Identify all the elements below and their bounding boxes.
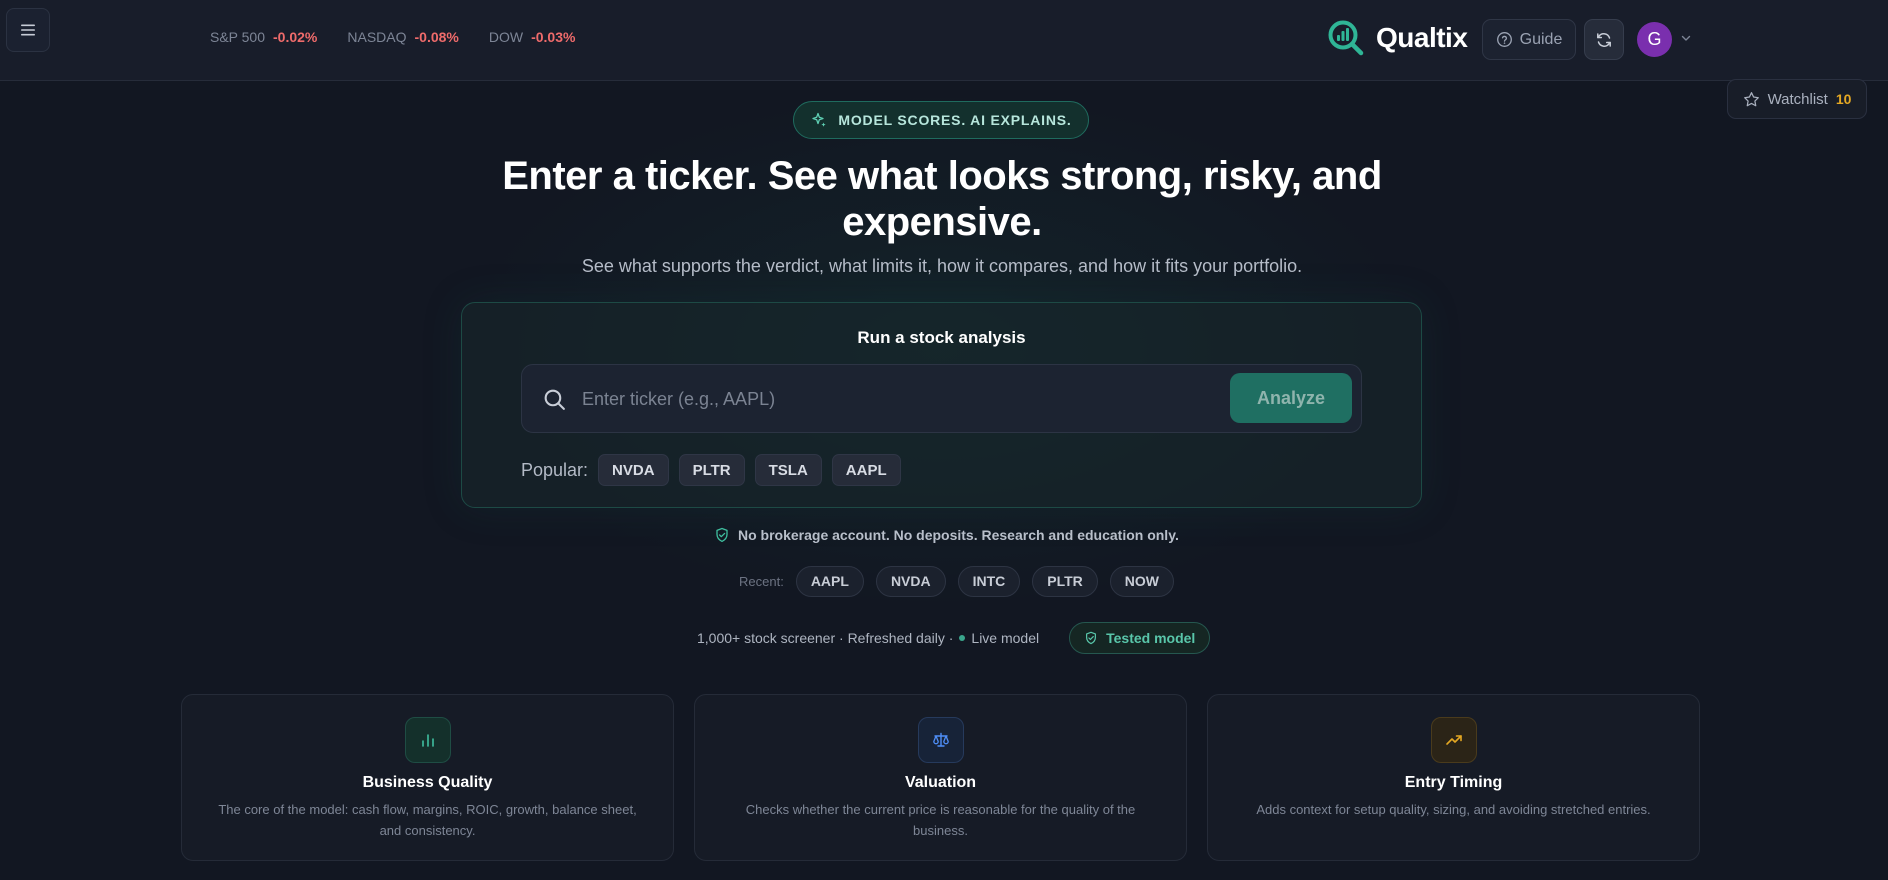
market-index-change: -0.03%	[531, 29, 576, 45]
hero-badge: MODEL SCORES. AI EXPLAINS.	[793, 101, 1089, 139]
refresh-button[interactable]	[1584, 19, 1624, 60]
refresh-icon	[1597, 32, 1611, 47]
disclaimer: No brokerage account. No deposits. Resea…	[714, 525, 1179, 545]
market-index-change: -0.08%	[414, 29, 459, 45]
recent-tickers: Recent: AAPL NVDA INTC PLTR NOW	[739, 565, 1175, 597]
watchlist-count: 10	[1835, 91, 1852, 107]
disclaimer-text: No brokerage account. No deposits. Resea…	[738, 527, 1179, 543]
market-index-label: S&P 500	[210, 29, 266, 45]
feature-description: Adds context for setup quality, sizing, …	[1256, 802, 1651, 817]
recent-label: Recent:	[739, 573, 784, 589]
market-index-dow: DOW -0.03%	[489, 29, 576, 45]
guide-button[interactable]: Guide	[1482, 19, 1576, 60]
recent-ticker-chip[interactable]: INTC	[957, 565, 1021, 597]
analysis-card-title: Run a stock analysis	[857, 328, 1026, 347]
popular-label: Popular:	[521, 459, 589, 480]
screener-info: 1,000+ stock screener · Refreshed daily …	[697, 630, 954, 646]
hamburger-icon	[21, 24, 35, 36]
bar-chart-icon	[421, 734, 434, 747]
ticker-search-box: Analyze	[521, 364, 1362, 433]
recent-ticker-chip[interactable]: PLTR	[1032, 565, 1098, 597]
ticker-search-input[interactable]	[582, 383, 1242, 415]
feature-title: Business Quality	[362, 774, 493, 791]
trending-up-icon	[1445, 735, 1462, 745]
feature-icon-box	[917, 717, 964, 763]
tested-model-badge[interactable]: Tested model	[1069, 622, 1211, 654]
sparkle-icon	[812, 112, 827, 127]
help-circle-icon	[1496, 32, 1512, 47]
avatar[interactable]: G	[1637, 22, 1672, 57]
popular-ticker-chip[interactable]: NVDA	[598, 454, 669, 486]
market-index-label: DOW	[488, 29, 524, 45]
live-model-label: Live model	[971, 630, 1040, 646]
model-meta: 1,000+ stock screener · Refreshed daily …	[697, 622, 1211, 654]
analyze-button[interactable]: Analyze	[1230, 373, 1352, 423]
recent-ticker-chip[interactable]: NOW	[1109, 565, 1175, 597]
hero-badge-label: MODEL SCORES. AI EXPLAINS.	[838, 112, 1072, 128]
shield-check-icon	[716, 527, 728, 543]
brand-logo-link[interactable]: Qualtix	[1326, 18, 1468, 58]
feature-description: The core of the model: cash flow, margin…	[218, 802, 637, 838]
top-bar: S&P 500 -0.02% NASDAQ -0.08% DOW -0.03% …	[0, 0, 1888, 81]
chevron-down-icon[interactable]	[1680, 32, 1692, 44]
popular-ticker-chip[interactable]: TSLA	[754, 454, 822, 486]
recent-ticker-chip[interactable]: AAPL	[795, 565, 864, 597]
popular-ticker-chip[interactable]: PLTR	[678, 454, 745, 486]
guide-label: Guide	[1519, 30, 1563, 48]
page-title: Enter a ticker. See what looks strong, r…	[502, 154, 1382, 244]
popular-ticker-chip[interactable]: AAPL	[831, 454, 901, 486]
scale-icon	[932, 732, 949, 747]
recent-ticker-chip[interactable]: NVDA	[875, 565, 946, 597]
feature-card-valuation: Valuation Checks whether the current pri…	[694, 694, 1187, 861]
watchlist-button[interactable]: Watchlist 10	[1727, 79, 1867, 119]
tested-model-label: Tested model	[1106, 630, 1196, 646]
feature-icon-box	[1430, 717, 1477, 763]
market-ticker-strip: S&P 500 -0.02% NASDAQ -0.08% DOW -0.03%	[210, 29, 575, 45]
menu-button[interactable]	[6, 8, 50, 52]
live-status-dot	[959, 635, 966, 641]
feature-title: Entry Timing	[1404, 774, 1503, 791]
shield-check-icon	[1086, 631, 1097, 645]
feature-title: Valuation	[904, 774, 977, 791]
analysis-card: Run a stock analysis Analyze Popular: NV…	[461, 302, 1422, 508]
feature-card-business-quality: Business Quality The core of the model: …	[181, 694, 674, 861]
market-index-sp500: S&P 500 -0.02%	[210, 29, 317, 45]
watchlist-label: Watchlist	[1767, 90, 1828, 108]
brand-name: Qualtix	[1376, 22, 1468, 53]
popular-tickers: Popular: NVDA PLTR TSLA AAPL	[521, 453, 901, 487]
feature-card-entry-timing: Entry Timing Adds context for setup qual…	[1207, 694, 1700, 861]
search-icon	[544, 389, 565, 410]
star-icon	[1743, 91, 1759, 106]
market-index-nasdaq: NASDAQ -0.08%	[347, 29, 458, 45]
page-subtitle: See what supports the verdict, what limi…	[581, 256, 1303, 276]
feature-icon-box	[404, 717, 451, 763]
feature-description: Checks whether the current price is reas…	[745, 802, 1136, 838]
market-index-label: NASDAQ	[347, 29, 407, 45]
qualtix-logo-icon	[1328, 20, 1364, 56]
market-index-change: -0.02%	[273, 29, 318, 45]
